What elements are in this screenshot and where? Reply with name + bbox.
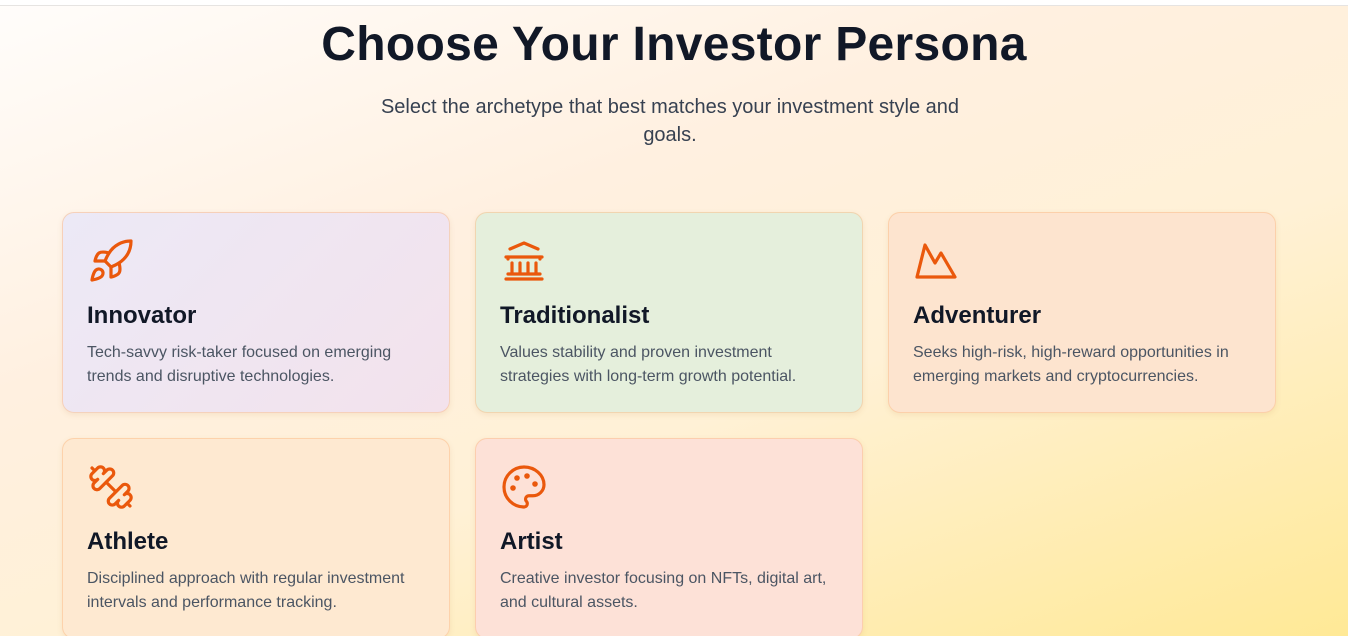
persona-card-traditionalist[interactable]: Traditionalist Values stability and prov… bbox=[475, 212, 863, 413]
persona-card-adventurer[interactable]: Adventurer Seeks high-risk, high-reward … bbox=[888, 212, 1276, 413]
persona-description: Seeks high-risk, high-reward opportuniti… bbox=[913, 344, 1229, 385]
persona-name: Innovator bbox=[87, 302, 197, 329]
page-subtitle: Select the archetype that best matches y… bbox=[380, 96, 960, 146]
persona-name: Traditionalist bbox=[500, 302, 650, 329]
persona-name: Athlete bbox=[87, 528, 169, 555]
persona-description: Tech-savvy risk-taker focused on emergin… bbox=[87, 344, 392, 385]
persona-card-innovator[interactable]: Innovator Tech-savvy risk-taker focused … bbox=[62, 212, 450, 413]
persona-description: Disciplined approach with regular invest… bbox=[87, 570, 405, 611]
top-divider bbox=[0, 0, 1348, 6]
persona-name: Artist bbox=[500, 528, 563, 555]
bank-icon bbox=[500, 237, 548, 285]
persona-name: Adventurer bbox=[913, 302, 1042, 329]
palette-icon bbox=[500, 463, 548, 511]
persona-card-athlete[interactable]: Athlete Disciplined approach with regula… bbox=[62, 438, 450, 636]
page-title: Choose Your Investor Persona bbox=[321, 18, 1027, 71]
persona-card-artist[interactable]: Artist Creative investor focusing on NFT… bbox=[475, 438, 863, 636]
persona-description: Values stability and proven investment s… bbox=[500, 344, 797, 385]
persona-description: Creative investor focusing on NFTs, digi… bbox=[500, 570, 827, 611]
mountain-icon bbox=[913, 237, 961, 285]
rocket-icon bbox=[87, 237, 135, 285]
dumbbell-icon bbox=[87, 463, 135, 511]
